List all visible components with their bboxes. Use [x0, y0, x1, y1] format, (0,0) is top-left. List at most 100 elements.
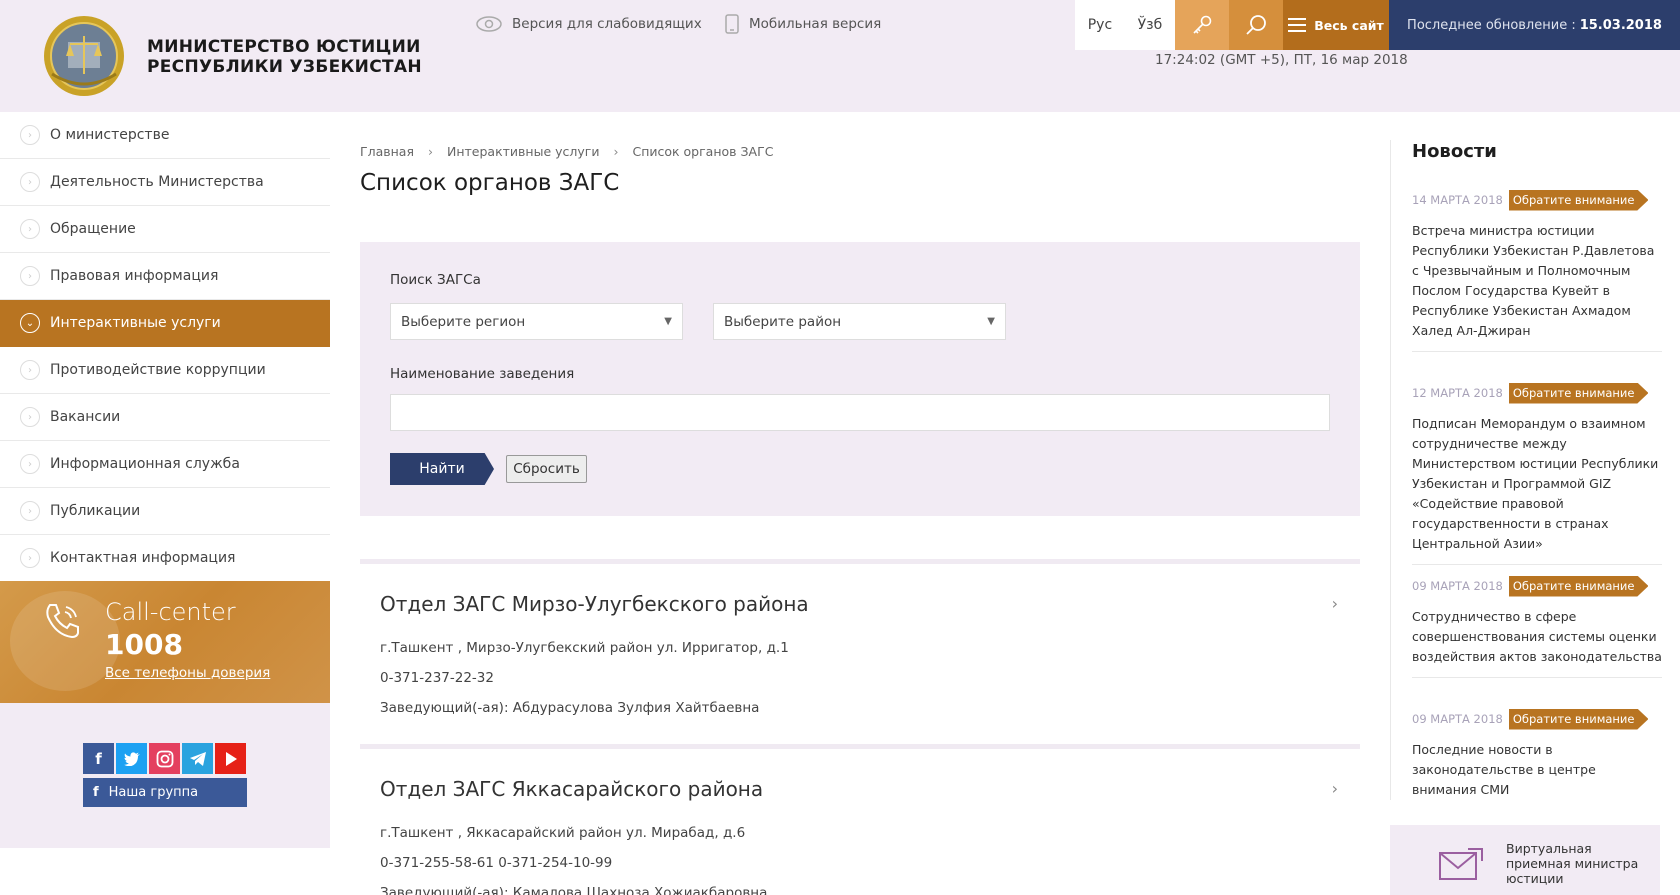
- news-heading: Новости: [1412, 141, 1497, 162]
- current-datetime: 17:24:02 (GMT +5), ПТ, 16 мар 2018: [1155, 52, 1408, 68]
- sidebar-item-about[interactable]: › О министерстве: [0, 112, 330, 159]
- all-site-menu-button[interactable]: Весь сайт: [1283, 0, 1389, 50]
- twitter-bird-glyph: [123, 751, 140, 766]
- ministry-emblem-icon[interactable]: [42, 14, 126, 98]
- news-text[interactable]: Подписан Меморандум о взаимном сотруднич…: [1412, 414, 1662, 565]
- sidebar-item-label: Контактная информация: [50, 550, 236, 566]
- result-address: г.Ташкент , Яккасарайский район ул. Мира…: [380, 825, 746, 841]
- breadcrumb-home-link[interactable]: Главная: [360, 144, 414, 159]
- trust-phones-link[interactable]: Все телефоны доверия: [105, 665, 270, 681]
- login-button[interactable]: [1175, 0, 1229, 50]
- sidebar-item-legal-info[interactable]: › Правовая информация: [0, 253, 330, 300]
- last-update-label: Последнее обновление :: [1407, 17, 1576, 33]
- sidebar-item-contacts[interactable]: › Контактная информация: [0, 535, 330, 582]
- facebook-group-label: Наша группа: [108, 785, 199, 800]
- all-site-menu-label: Весь сайт: [1314, 17, 1384, 33]
- breadcrumb-current: Список органов ЗАГС: [632, 144, 774, 159]
- sidebar-item-anti-corruption[interactable]: › Противодействие коррупции: [0, 347, 330, 394]
- institution-name-label: Наименование заведения: [390, 366, 575, 382]
- search-label: Поиск ЗАГСа: [390, 272, 481, 288]
- sidebar-item-label: Интерактивные услуги: [50, 315, 221, 331]
- news-item[interactable]: 09 МАРТА 2018 Обратите внимание Сотрудни…: [1412, 575, 1662, 678]
- lang-ru-link[interactable]: Рус: [1088, 17, 1112, 33]
- region-select[interactable]: Выберите регион ▼: [390, 303, 683, 340]
- zags-search-panel: Поиск ЗАГСа Выберите регион ▼ Выберите р…: [360, 242, 1360, 516]
- chevron-right-icon: ›: [20, 125, 40, 145]
- news-date: 14 МАРТА 2018: [1412, 193, 1503, 207]
- language-switcher: Рус Ўзб: [1075, 0, 1175, 50]
- hamburger-menu-icon: [1288, 18, 1307, 32]
- sidebar-item-activity[interactable]: › Деятельность Министерства: [0, 159, 330, 206]
- news-date: 09 МАРТА 2018: [1412, 712, 1503, 726]
- breadcrumb-separator-icon: ›: [428, 144, 433, 159]
- chevron-right-icon[interactable]: ›: [1332, 594, 1338, 613]
- news-date: 12 МАРТА 2018: [1412, 386, 1503, 400]
- sidebar-item-interactive-services[interactable]: ⌄ Интерактивные услуги: [0, 300, 330, 347]
- news-meta: 14 МАРТА 2018 Обратите внимание: [1412, 189, 1662, 211]
- call-center-number: 1008: [105, 628, 183, 661]
- call-center-title: Call-center: [105, 598, 236, 626]
- news-item[interactable]: 12 МАРТА 2018 Обратите внимание Подписан…: [1412, 382, 1662, 565]
- news-item[interactable]: 14 МАРТА 2018 Обратите внимание Встреча …: [1412, 189, 1662, 352]
- virtual-reception-banner[interactable]: Виртуальная приемная министра юстиции: [1390, 825, 1660, 895]
- result-title[interactable]: Отдел ЗАГС Яккасарайского района: [380, 777, 763, 801]
- sidebar-item-publications[interactable]: › Публикации: [0, 488, 330, 535]
- sidebar-item-label: О министерстве: [50, 127, 170, 143]
- sidebar-item-appeal[interactable]: › Обращение: [0, 206, 330, 253]
- instagram-glyph: [156, 750, 173, 767]
- sidebar-item-info-service[interactable]: › Информационная служба: [0, 441, 330, 488]
- news-badge: Обратите внимание: [1508, 382, 1649, 404]
- play-triangle-glyph: [225, 751, 237, 766]
- breadcrumb-separator-icon: ›: [613, 144, 619, 159]
- social-links-area: f f Наша группа: [0, 703, 330, 848]
- news-text[interactable]: Встреча министра юстиции Республики Узбе…: [1412, 221, 1662, 352]
- find-button[interactable]: Найти: [390, 453, 494, 485]
- page-title: Список органов ЗАГС: [360, 170, 620, 196]
- sidebar-item-label: Информационная служба: [50, 456, 240, 472]
- ministry-name[interactable]: МИНИСТЕРСТВО ЮСТИЦИИ РЕСПУБЛИКИ УЗБЕКИСТ…: [147, 37, 422, 77]
- twitter-icon[interactable]: [116, 743, 147, 774]
- lang-uz-link[interactable]: Ўзб: [1138, 17, 1163, 33]
- facebook-glyph: f: [95, 749, 102, 768]
- result-title[interactable]: Отдел ЗАГС Мирзо-Улугбекского района: [380, 592, 809, 616]
- news-text[interactable]: Сотрудничество в сфере совершенствования…: [1412, 607, 1662, 678]
- news-item[interactable]: 09 МАРТА 2018 Обратите внимание Последни…: [1412, 708, 1662, 810]
- key-icon: [1193, 15, 1212, 34]
- institution-name-input[interactable]: [390, 394, 1330, 431]
- breadcrumb-section-link[interactable]: Интерактивные услуги: [447, 144, 599, 159]
- accessibility-version-label: Версия для слабовидящих: [512, 16, 702, 32]
- ministry-name-line2: РЕСПУБЛИКИ УЗБЕКИСТАН: [147, 57, 422, 77]
- youtube-icon[interactable]: [215, 743, 246, 774]
- last-update-date: 15.03.2018: [1579, 17, 1662, 33]
- sidebar-item-label: Противодействие коррупции: [50, 362, 266, 378]
- news-text[interactable]: Последние новости в законодательстве в ц…: [1412, 740, 1662, 810]
- district-select[interactable]: Выберите район ▼: [713, 303, 1006, 340]
- mobile-version-link[interactable]: Мобильная версия: [725, 14, 881, 34]
- chevron-down-icon: ▼: [664, 316, 672, 327]
- facebook-icon[interactable]: f: [83, 743, 114, 774]
- telegram-icon[interactable]: [182, 743, 213, 774]
- news-date: 09 МАРТА 2018: [1412, 579, 1503, 593]
- chevron-right-icon: ›: [20, 548, 40, 568]
- zags-result-item[interactable]: Отдел ЗАГС Мирзо-Улугбекского района › г…: [360, 559, 1360, 744]
- sidebar-item-label: Правовая информация: [50, 268, 219, 284]
- chevron-right-icon[interactable]: ›: [1332, 779, 1338, 798]
- call-center-banner[interactable]: Call-center 1008 Все телефоны доверия: [0, 581, 330, 703]
- district-select-value: Выберите район: [724, 313, 842, 330]
- zags-result-item[interactable]: Отдел ЗАГС Яккасарайского района › г.Таш…: [360, 744, 1360, 895]
- phone-icon: [46, 604, 79, 639]
- news-column-divider: [1390, 140, 1391, 800]
- chevron-right-icon: ›: [20, 501, 40, 521]
- reset-button[interactable]: Сбросить: [506, 455, 587, 483]
- instagram-icon[interactable]: [149, 743, 180, 774]
- accessibility-version-link[interactable]: Версия для слабовидящих: [476, 14, 702, 34]
- chevron-right-icon: ›: [20, 407, 40, 427]
- search-button[interactable]: [1229, 0, 1283, 50]
- sidebar-item-label: Обращение: [50, 221, 136, 237]
- facebook-group-button[interactable]: f Наша группа: [83, 778, 247, 807]
- sidebar-nav: › О министерстве › Деятельность Министерст…: [0, 112, 330, 582]
- sidebar-item-vacancies[interactable]: › Вакансии: [0, 394, 330, 441]
- chevron-right-icon: ›: [20, 360, 40, 380]
- ministry-name-line1: МИНИСТЕРСТВО ЮСТИЦИИ: [147, 37, 421, 57]
- facebook-small-icon: f: [93, 785, 99, 800]
